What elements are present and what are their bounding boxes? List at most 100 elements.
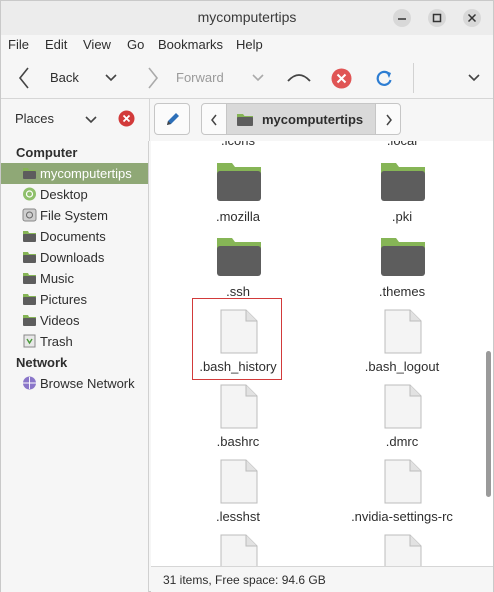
sidebar-item-music[interactable]: Music [1, 268, 148, 289]
file-name: .nvidia-settings-rc [351, 509, 453, 524]
location-separator [149, 99, 150, 141]
sidebar-item-label: File System [40, 208, 108, 223]
status-bar: 31 items, Free space: 94.6 GB [151, 566, 493, 592]
file-item-partial[interactable]: .local [342, 141, 462, 153]
folder-item[interactable]: .pki [342, 159, 462, 229]
folder-icon [216, 159, 262, 208]
sidebar-item-label: Music [40, 271, 74, 286]
sidebar-item-label: Documents [40, 229, 106, 244]
file-item[interactable]: .dmrc [342, 384, 462, 454]
sidebar-item-label: Desktop [40, 187, 88, 202]
file-name: .icons [178, 141, 298, 148]
sidebar-item-mycomputertips[interactable]: mycomputertips [1, 163, 148, 184]
up-arrow-icon[interactable] [286, 70, 312, 84]
toolbar-menu-chevron-icon[interactable] [468, 73, 480, 83]
text-file-icon [216, 534, 262, 566]
folder-home-icon [237, 114, 253, 126]
menu-edit[interactable]: Edit [45, 37, 67, 52]
file-item-partial[interactable] [342, 534, 462, 566]
sidebar-item-label: mycomputertips [40, 166, 132, 181]
sidebar-item-desktop[interactable]: Desktop [1, 184, 148, 205]
sidebar: Computer mycomputertips Desktop File Syste… [1, 141, 149, 592]
folder-item[interactable]: .ssh [178, 234, 298, 304]
forward-arrow-icon[interactable] [146, 66, 160, 90]
folder-icon [216, 234, 262, 283]
file-item[interactable]: .nvidia-settings-rc [342, 459, 462, 529]
folder-icon [380, 234, 426, 283]
text-file-icon [380, 309, 426, 358]
text-file-icon [380, 384, 426, 433]
sidebar-item-trash[interactable]: Trash [1, 331, 148, 352]
close-window-button[interactable] [463, 9, 481, 27]
path-scroll-right-button[interactable] [375, 103, 401, 135]
sidebar-heading-network: Network [16, 355, 68, 370]
forward-button[interactable]: Forward [176, 70, 224, 85]
sidebar-item-browse-network[interactable]: Browse Network [1, 373, 148, 394]
sidebar-item-downloads[interactable]: Downloads [1, 247, 148, 268]
sidebar-item-file-system[interactable]: File System [1, 205, 148, 226]
sidebar-item-label: Pictures [40, 292, 87, 307]
sidebar-mode-label[interactable]: Places [15, 111, 54, 126]
desktop-icon [22, 187, 37, 201]
network-icon [22, 376, 37, 390]
folder-icon [22, 229, 37, 243]
file-item-partial[interactable] [178, 534, 298, 566]
minimize-button[interactable] [393, 9, 411, 27]
sidebar-item-label: Trash [40, 334, 73, 349]
sidebar-item-label: Downloads [40, 250, 105, 265]
folder-item[interactable]: .themes [342, 234, 462, 304]
toolbar-separator [413, 63, 414, 93]
pencil-icon [167, 113, 179, 125]
maximize-button[interactable] [428, 9, 446, 27]
file-item[interactable]: .bashrc [178, 384, 298, 454]
folder-icon [22, 250, 37, 264]
menu-view[interactable]: View [83, 37, 111, 52]
menu-bar: File Edit View Go Bookmarks Help [1, 35, 493, 57]
file-name: .ssh [226, 284, 250, 299]
back-history-chevron-icon[interactable] [105, 73, 117, 83]
close-sidebar-icon[interactable] [118, 110, 135, 127]
folder-home-icon [22, 166, 37, 180]
menu-bookmarks[interactable]: Bookmarks [158, 37, 223, 52]
chevron-left-icon [211, 114, 217, 126]
menu-go[interactable]: Go [127, 37, 144, 52]
toolbar: Back Forward [1, 57, 493, 99]
folder-icon [22, 271, 37, 285]
reload-icon[interactable] [374, 68, 394, 88]
folder-item[interactable]: .mozilla [178, 159, 298, 229]
sidebar-item-pictures[interactable]: Pictures [1, 289, 148, 310]
vertical-scrollbar[interactable] [484, 141, 493, 566]
path-crumb-current[interactable]: mycomputertips [227, 103, 375, 135]
folder-icon [380, 159, 426, 208]
stop-icon[interactable] [331, 68, 352, 89]
menu-help[interactable]: Help [236, 37, 263, 52]
sidebar-heading-computer: Computer [16, 145, 78, 160]
back-button[interactable]: Back [50, 70, 79, 85]
close-icon [467, 13, 477, 23]
back-arrow-icon[interactable] [17, 66, 31, 90]
file-item[interactable]: .bash_logout [342, 309, 462, 379]
file-name: .mozilla [215, 209, 261, 224]
menu-file[interactable]: File [8, 37, 29, 52]
toggle-location-entry-button[interactable] [154, 103, 190, 135]
forward-history-chevron-icon[interactable] [252, 73, 264, 83]
maximize-icon [432, 13, 442, 23]
file-item-partial[interactable]: .icons [178, 141, 298, 153]
file-name: .lesshst [215, 509, 261, 524]
scrollbar-thumb[interactable] [486, 351, 491, 497]
chevron-right-icon [386, 114, 392, 126]
path-scroll-left-button[interactable] [201, 103, 227, 135]
text-file-icon [380, 534, 426, 566]
sidebar-mode-chevron-icon[interactable] [85, 115, 97, 125]
file-item[interactable]: .lesshst [178, 459, 298, 529]
folder-icon [22, 313, 37, 327]
file-name: .themes [378, 284, 426, 299]
trash-icon [22, 334, 37, 348]
file-name: .pki [391, 209, 413, 224]
title-bar[interactable]: mycomputertips [1, 1, 493, 35]
sidebar-item-documents[interactable]: Documents [1, 226, 148, 247]
window-title: mycomputertips [197, 9, 297, 25]
minimize-icon [398, 18, 406, 20]
file-manager-window: mycomputertips File Edit View Go Bookmar… [0, 0, 494, 592]
sidebar-item-videos[interactable]: Videos [1, 310, 148, 331]
